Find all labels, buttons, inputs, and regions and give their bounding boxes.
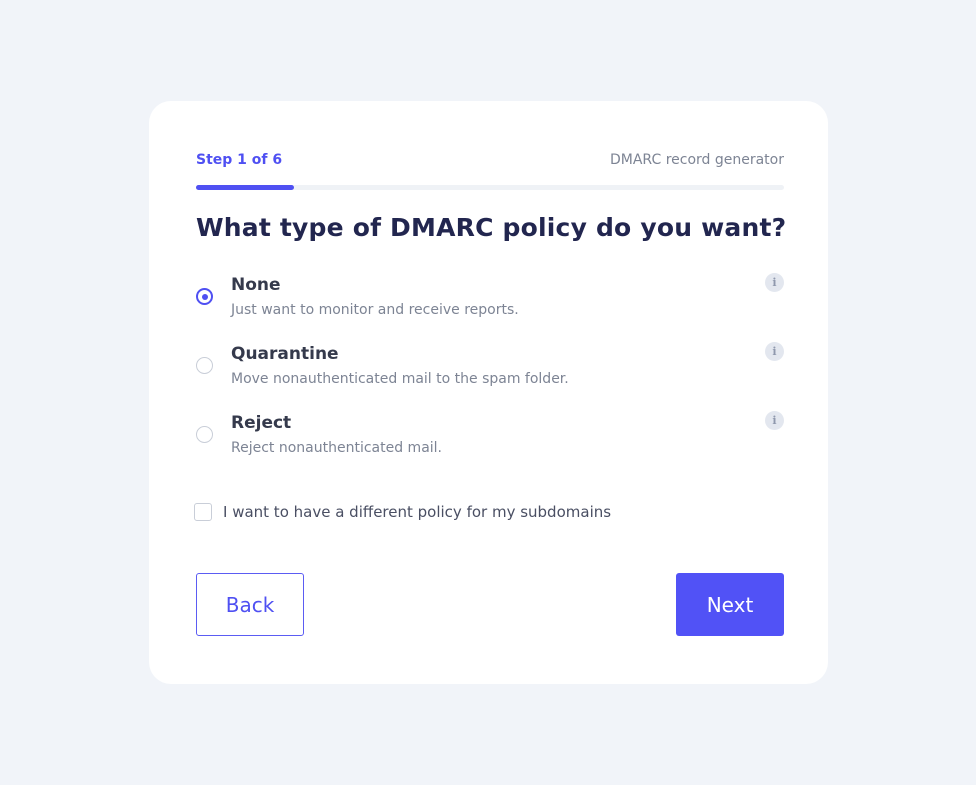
subdomain-policy-row[interactable]: I want to have a different policy for my…: [194, 503, 611, 521]
option-label: None: [231, 275, 281, 295]
back-button[interactable]: Back: [196, 573, 304, 636]
option-reject[interactable]: Reject Reject nonauthenticated mail. i: [196, 411, 784, 480]
radio-quarantine[interactable]: [196, 357, 213, 374]
radio-none[interactable]: [196, 288, 213, 305]
progress-bar-fill: [196, 185, 295, 190]
option-description: Move nonauthenticated mail to the spam f…: [231, 371, 569, 387]
tool-name: DMARC record generator: [610, 152, 784, 168]
option-label: Quarantine: [231, 344, 339, 364]
option-description: Reject nonauthenticated mail.: [231, 440, 443, 456]
wizard-header: Step 1 of 6 DMARC record generator: [196, 152, 784, 168]
radio-reject[interactable]: [196, 426, 213, 443]
option-quarantine[interactable]: Quarantine Move nonauthenticated mail to…: [196, 342, 784, 411]
step-indicator: Step 1 of 6: [196, 152, 283, 168]
option-none[interactable]: None Just want to monitor and receive re…: [196, 273, 784, 342]
subdomain-policy-checkbox[interactable]: [194, 503, 212, 521]
next-button[interactable]: Next: [676, 573, 784, 636]
info-icon[interactable]: i: [765, 342, 784, 361]
wizard-card: Step 1 of 6 DMARC record generator What …: [149, 101, 828, 684]
progress-bar: [196, 185, 784, 190]
info-icon[interactable]: i: [765, 273, 784, 292]
option-description: Just want to monitor and receive reports…: [231, 302, 519, 318]
policy-options: None Just want to monitor and receive re…: [196, 273, 784, 480]
subdomain-policy-label[interactable]: I want to have a different policy for my…: [223, 503, 611, 521]
option-label: Reject: [231, 413, 292, 433]
info-icon[interactable]: i: [765, 411, 784, 430]
page-title: What type of DMARC policy do you want?: [196, 213, 787, 242]
